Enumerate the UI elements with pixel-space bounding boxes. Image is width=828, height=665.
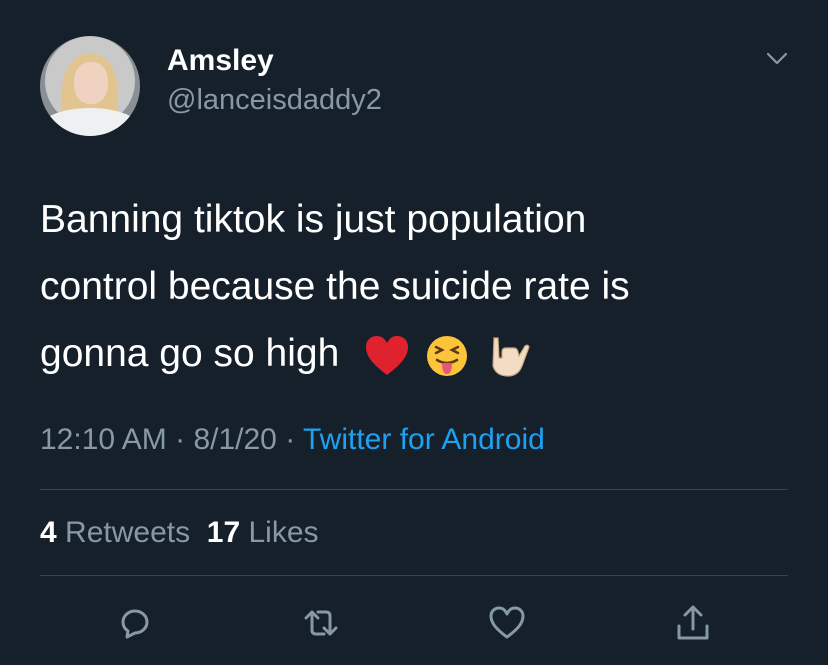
tweet-text-line: Banning tiktok is just population xyxy=(40,198,587,241)
red-heart-icon xyxy=(366,335,409,375)
tweet-text-line: control because the suicide rate is xyxy=(40,265,630,308)
author-handle[interactable]: @lanceisdaddy2 xyxy=(167,84,382,117)
share-icon[interactable] xyxy=(674,604,712,642)
reply-icon[interactable] xyxy=(115,604,153,642)
likes-stat[interactable]: 17 Likes xyxy=(207,516,319,549)
retweet-count: 4 xyxy=(40,516,57,549)
avatar-cloud xyxy=(40,108,140,136)
tweet-date: 8/1/20 xyxy=(193,423,277,456)
tweet-time: 12:10 AM xyxy=(40,423,167,456)
tweet-text-line-last: gonna go so high xyxy=(40,320,780,387)
avatar[interactable] xyxy=(40,36,140,136)
tweet-text: Banning tiktok is just population contro… xyxy=(40,186,780,387)
action-bar xyxy=(0,604,828,644)
divider xyxy=(40,489,788,490)
retweets-stat[interactable]: 4 Retweets xyxy=(40,516,190,549)
chevron-down-icon[interactable] xyxy=(766,52,788,66)
retweet-label: Retweets xyxy=(65,516,191,549)
tweet-source-link[interactable]: Twitter for Android xyxy=(303,423,545,456)
retweet-icon[interactable] xyxy=(302,604,340,642)
love-you-gesture-icon xyxy=(492,337,530,377)
author-name[interactable]: Amsley xyxy=(167,44,274,78)
avatar-face xyxy=(74,62,108,104)
like-count: 17 xyxy=(206,516,241,549)
meta-separator: · xyxy=(285,423,296,456)
tweet-text-line: gonna go so high xyxy=(40,332,340,375)
tweet-stats: 4 Retweets 17 Likes xyxy=(40,516,319,550)
tweet-meta: 12:10 AM · 8/1/20 · Twitter for Android xyxy=(40,423,545,457)
heart-icon[interactable] xyxy=(488,604,526,642)
squinting-face-with-tongue-icon xyxy=(426,335,467,376)
divider xyxy=(40,575,788,576)
like-label: Likes xyxy=(248,516,319,549)
meta-separator: · xyxy=(175,423,186,456)
